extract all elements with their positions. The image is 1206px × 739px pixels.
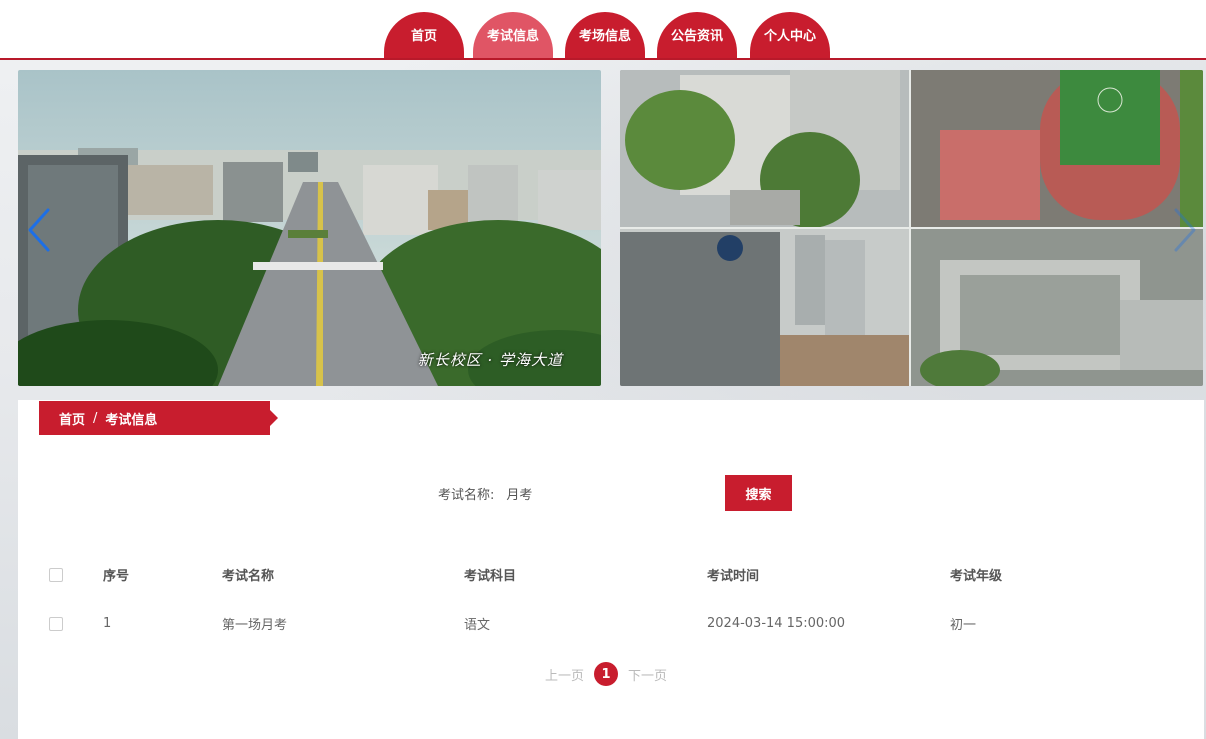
nav-item-exam-room-info[interactable]: 考场信息 — [565, 12, 645, 59]
pagination: 上一页 1 下一页 — [545, 662, 667, 686]
chevron-right-icon — [1174, 208, 1196, 252]
nav-underline — [0, 58, 1206, 60]
breadcrumb-current: 考试信息 — [105, 412, 158, 428]
prev-page-link[interactable]: 上一页 — [545, 665, 584, 684]
select-all-checkbox[interactable] — [49, 567, 63, 582]
row-exam-name: 第一场月考 — [222, 618, 288, 633]
exam-name-search-input[interactable] — [506, 478, 647, 508]
chevron-left-icon — [28, 208, 50, 252]
carousel-next-button[interactable] — [1170, 205, 1200, 255]
top-navigation-bar: 首页 考试信息 考场信息 公告资讯 个人中心 — [0, 0, 1206, 60]
table-row[interactable]: 1 第一场月考 语文 2024-03-14 15:00:00 初一 — [18, 599, 1204, 648]
banner-caption: 新长校区 · 学海大道 — [417, 351, 563, 369]
banner-carousel: 新长校区 · 学海大道 — [18, 70, 1203, 386]
exam-info-panel: 首页 / 考试信息 考试名称: 搜索 序号 考试名称 考试科目 考试时间 考试年… — [18, 400, 1204, 739]
column-header-exam-name: 考试名称 — [222, 569, 275, 584]
nav-item-home[interactable]: 首页 — [384, 12, 464, 59]
search-label: 考试名称: — [438, 487, 495, 503]
campus-avenue-photo: 新长校区 · 学海大道 — [18, 70, 601, 386]
search-bar: 考试名称: — [438, 475, 647, 511]
exam-table: 序号 考试名称 考试科目 考试时间 考试年级 1 第一场月考 语文 2024-0… — [18, 550, 1204, 648]
row-subject: 语文 — [464, 618, 491, 633]
column-header-subject: 考试科目 — [464, 569, 517, 584]
breadcrumb-separator: / — [93, 410, 98, 426]
nav-item-announcements[interactable]: 公告资讯 — [657, 12, 737, 59]
row-checkbox[interactable] — [49, 616, 63, 631]
search-button[interactable]: 搜索 — [725, 475, 792, 511]
next-page-link[interactable]: 下一页 — [628, 665, 667, 684]
column-header-index: 序号 — [103, 569, 130, 584]
breadcrumb-home[interactable]: 首页 — [59, 409, 85, 428]
row-grade: 初一 — [950, 618, 977, 633]
row-index: 1 — [103, 616, 112, 631]
nav-item-personal-center[interactable]: 个人中心 — [750, 12, 830, 59]
column-header-grade: 考试年级 — [950, 569, 1003, 584]
row-exam-time: 2024-03-14 15:00:00 — [707, 616, 846, 631]
column-header-exam-time: 考试时间 — [707, 569, 760, 584]
page-number-current[interactable]: 1 — [594, 662, 619, 686]
table-header-row: 序号 考试名称 考试科目 考试时间 考试年级 — [18, 550, 1204, 599]
campus-aerial-photo — [620, 70, 1203, 386]
carousel-prev-button[interactable] — [24, 205, 54, 255]
breadcrumb: 首页 / 考试信息 — [39, 401, 278, 435]
nav-item-exam-info[interactable]: 考试信息 — [473, 12, 553, 59]
